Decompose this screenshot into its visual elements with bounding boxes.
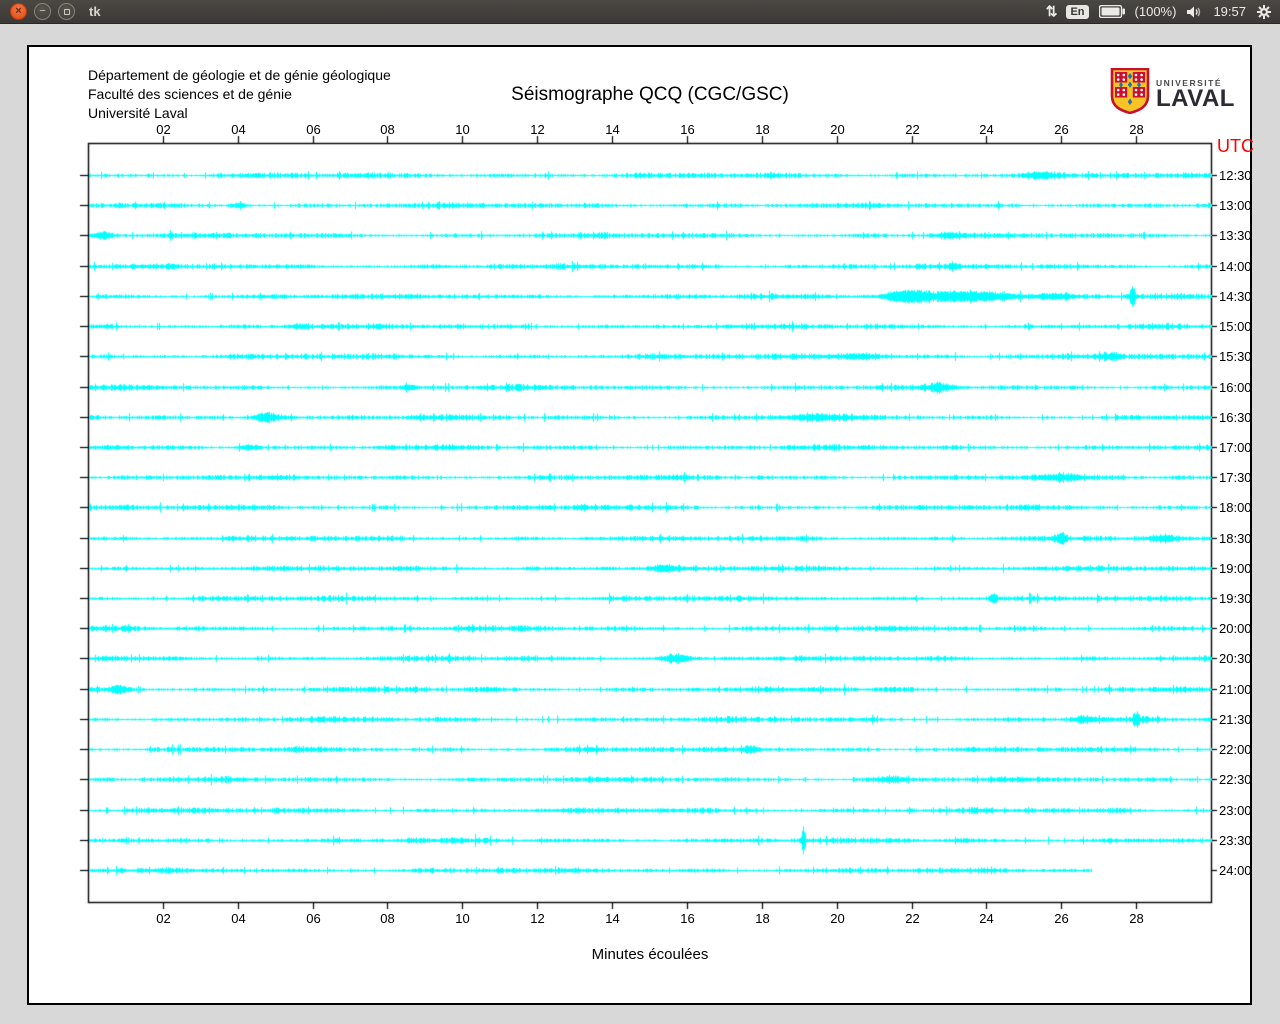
x-tick-label-top: 26 [1054,122,1069,137]
close-icon: × [15,5,22,17]
x-tick-label-top: 28 [1129,122,1144,137]
utc-axis-label: UTC [1217,136,1254,156]
chart-title: Séismographe QCQ (CGC/GSC) [511,84,789,105]
x-tick-label-bottom: 14 [605,911,620,926]
trace-time-label: 12:30 [1219,167,1252,183]
tk-application-window: Département de géologie et de génie géol… [27,45,1254,1005]
close-button[interactable]: × [10,3,27,20]
trace-time-label: 19:00 [1219,560,1252,576]
x-tick-label-top: 08 [380,122,395,137]
trace-time-label: 14:00 [1219,258,1252,274]
x-tick-label-bottom: 04 [231,911,246,926]
battery-icon[interactable] [1098,5,1125,18]
trace-time-label: 23:30 [1219,832,1252,848]
x-tick-label-bottom: 22 [905,911,920,926]
trace-time-label: 15:30 [1219,348,1252,364]
x-tick-label-bottom: 02 [156,911,171,926]
trace-time-label: 16:30 [1219,409,1252,425]
minimize-button[interactable]: − [34,3,51,20]
institution-line-2: Faculté des sciences et de génie [88,86,292,102]
x-tick-label-bottom: 08 [380,911,395,926]
trace-time-label: 13:00 [1219,197,1252,213]
system-tray: ⇅ En (100%) 19:57 [1046,3,1272,20]
x-tick-label-top: 22 [905,122,920,137]
maximize-icon [63,8,70,15]
x-tick-label-bottom: 28 [1129,911,1144,926]
institution-line-1: Département de géologie et de génie géol… [88,67,391,83]
x-tick-label-bottom: 16 [680,911,695,926]
x-tick-label-top: 20 [830,122,845,137]
clock-label[interactable]: 19:57 [1213,4,1246,19]
x-axis-title: Minutes écoulées [591,946,709,963]
seismograph-plot-canvas [29,47,1250,1003]
window-title: tk [89,4,101,19]
window-controls: × − [10,3,75,20]
trace-time-label: 14:30 [1219,288,1252,304]
x-tick-label-bottom: 18 [755,911,770,926]
x-tick-label-bottom: 26 [1054,911,1069,926]
x-tick-label-bottom: 06 [306,911,321,926]
trace-time-label: 19:30 [1219,590,1252,606]
settings-gear-icon[interactable] [1256,4,1272,20]
trace-time-label: 20:30 [1219,650,1252,666]
trace-time-label: 18:00 [1219,499,1252,515]
x-tick-label-bottom: 24 [979,911,994,926]
universite-laval-logo: UNIVERSITÉ LAVAL [1110,67,1235,119]
maximize-button[interactable] [58,3,75,20]
laval-shield-icon [1110,67,1150,119]
minimize-icon: − [39,5,46,17]
trace-time-label: 22:00 [1219,741,1252,757]
institution-line-3: Université Laval [88,105,188,121]
trace-time-label: 23:00 [1219,802,1252,818]
x-tick-label-bottom: 20 [830,911,845,926]
logo-laval-text: LAVAL [1156,84,1235,112]
x-tick-label-top: 10 [455,122,470,137]
x-tick-label-top: 02 [156,122,171,137]
trace-time-label: 21:30 [1219,711,1252,727]
x-tick-label-top: 12 [530,122,545,137]
x-tick-label-top: 06 [306,122,321,137]
trace-time-label: 17:00 [1219,439,1252,455]
x-tick-label-bottom: 12 [530,911,545,926]
x-tick-label-top: 24 [979,122,994,137]
trace-time-label: 17:30 [1219,469,1252,485]
trace-time-label: 15:00 [1219,318,1252,334]
x-tick-label-top: 16 [680,122,695,137]
x-tick-label-top: 18 [755,122,770,137]
trace-time-label: 21:00 [1219,681,1252,697]
trace-time-label: 24:00 [1219,862,1252,878]
battery-percent-label: (100%) [1134,4,1177,19]
x-tick-label-bottom: 10 [455,911,470,926]
keyboard-layout-indicator[interactable]: En [1066,4,1089,19]
titlebar[interactable]: × − tk ⇅ En (100%) 19:57 [0,0,1280,24]
trace-time-label: 20:00 [1219,620,1252,636]
x-tick-label-top: 04 [231,122,246,137]
trace-time-label: 16:00 [1219,379,1252,395]
institution-header: Département de géologie et de génie géol… [88,66,391,123]
trace-time-label: 18:30 [1219,530,1252,546]
x-tick-label-top: 14 [605,122,620,137]
trace-time-label: 22:30 [1219,771,1252,787]
trace-time-label: 13:30 [1219,227,1252,243]
volume-icon[interactable] [1186,5,1203,19]
network-updown-arrows-icon[interactable]: ⇅ [1046,3,1058,20]
